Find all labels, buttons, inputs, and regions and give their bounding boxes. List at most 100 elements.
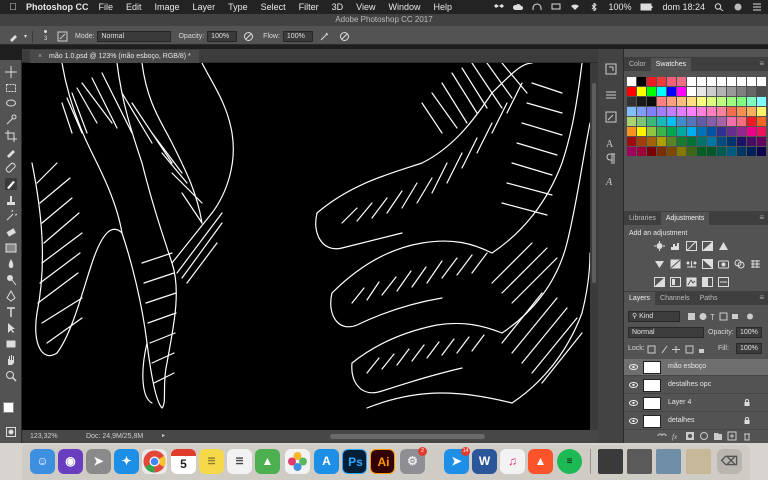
color-swatch[interactable] — [657, 127, 666, 136]
color-swatch[interactable] — [707, 117, 716, 126]
apple-menu-icon[interactable]:  — [0, 2, 26, 13]
tab-layers[interactable]: Layers — [624, 292, 656, 305]
color-swatch[interactable] — [747, 87, 756, 96]
menu-edit[interactable]: Edit — [126, 2, 142, 12]
color-swatch[interactable] — [677, 77, 686, 86]
color-swatch[interactable] — [717, 147, 726, 156]
word-icon[interactable]: W — [472, 449, 497, 474]
recent-window-thumbnail[interactable] — [627, 449, 652, 474]
color-swatch[interactable] — [737, 107, 746, 116]
color-swatch[interactable] — [637, 107, 646, 116]
type-tool-icon[interactable] — [5, 306, 17, 318]
color-swatch[interactable] — [657, 117, 666, 126]
color-swatch[interactable] — [717, 97, 726, 106]
color-swatch[interactable] — [697, 127, 706, 136]
marquee-tool-icon[interactable] — [5, 82, 17, 94]
color-swatch[interactable] — [667, 107, 676, 116]
quick-mask-icon[interactable] — [6, 427, 16, 437]
color-swatch[interactable] — [737, 87, 746, 96]
calendar-icon[interactable]: 5 — [171, 449, 196, 474]
color-swatch[interactable] — [727, 147, 736, 156]
color-swatch[interactable] — [627, 147, 636, 156]
color-swatch[interactable] — [667, 137, 676, 146]
color-swatch[interactable] — [757, 97, 766, 106]
recent-window-thumbnail[interactable] — [656, 449, 681, 474]
brush-panel-icon[interactable] — [605, 111, 617, 123]
user-icon[interactable] — [733, 3, 743, 11]
color-swatch[interactable] — [687, 117, 696, 126]
hue-saturation-icon[interactable] — [670, 259, 681, 269]
color-swatch[interactable] — [747, 107, 756, 116]
color-swatch[interactable] — [647, 127, 656, 136]
layer-row[interactable]: Layer 4 — [624, 395, 768, 412]
color-swatch[interactable] — [627, 77, 636, 86]
layers-opacity-field[interactable]: 100% — [736, 327, 762, 338]
wifi-icon[interactable] — [570, 3, 580, 11]
color-swatch[interactable] — [707, 77, 716, 86]
brush-tool-preset-icon[interactable] — [8, 31, 19, 42]
battery-percent[interactable]: 100% — [608, 2, 631, 12]
color-swatch[interactable] — [657, 77, 666, 86]
history-panel-icon[interactable] — [605, 63, 617, 75]
trash-icon[interactable]: ⌫ — [717, 449, 742, 474]
color-swatch[interactable] — [677, 137, 686, 146]
color-swatch[interactable] — [667, 77, 676, 86]
color-swatch[interactable] — [647, 77, 656, 86]
fill-field[interactable]: 100% — [736, 343, 762, 354]
hand-tool-icon[interactable] — [5, 354, 17, 366]
tab-paths[interactable]: Paths — [695, 292, 723, 305]
color-swatch[interactable] — [647, 117, 656, 126]
recent-window-thumbnail[interactable] — [598, 449, 623, 474]
battery-icon[interactable] — [640, 3, 653, 11]
color-swatch[interactable] — [687, 107, 696, 116]
color-swatch[interactable] — [667, 117, 676, 126]
rectangle-tool-icon[interactable] — [5, 338, 17, 350]
exposure-icon[interactable] — [702, 241, 713, 251]
color-swatch[interactable] — [757, 147, 766, 156]
chevron-right-icon[interactable]: ▸ — [162, 430, 165, 443]
color-swatch[interactable] — [657, 107, 666, 116]
layer-row[interactable]: destalhes opc — [624, 377, 768, 394]
levels-icon[interactable] — [670, 241, 681, 251]
color-swatch[interactable] — [647, 147, 656, 156]
brush-tool-icon[interactable] — [5, 178, 17, 190]
color-swatch[interactable] — [757, 107, 766, 116]
path-selection-tool-icon[interactable] — [5, 322, 17, 334]
maps-icon[interactable]: ▲ — [255, 449, 280, 474]
character-panel-icon[interactable]: A — [605, 137, 617, 149]
opacity-field[interactable]: 100% — [207, 31, 238, 42]
blur-tool-icon[interactable] — [5, 258, 17, 270]
color-swatch[interactable] — [667, 147, 676, 156]
menu-clock[interactable]: dom 18:24 — [662, 2, 705, 12]
visibility-eye-icon[interactable] — [629, 381, 638, 389]
clone-stamp-tool-icon[interactable] — [5, 194, 17, 206]
menu-select[interactable]: Select — [261, 2, 286, 12]
color-swatch[interactable] — [637, 127, 646, 136]
color-swatch[interactable] — [757, 137, 766, 146]
color-swatch[interactable] — [657, 97, 666, 106]
color-swatch[interactable] — [737, 147, 746, 156]
history-brush-tool-icon[interactable] — [5, 210, 17, 222]
color-balance-icon[interactable] — [686, 259, 697, 269]
color-swatch[interactable] — [677, 97, 686, 106]
layer-row[interactable]: mão esboço — [624, 359, 768, 376]
color-swatch[interactable] — [647, 87, 656, 96]
app-store-icon[interactable]: A — [314, 449, 339, 474]
color-swatch[interactable] — [657, 87, 666, 96]
color-swatch[interactable] — [737, 77, 746, 86]
curves-icon[interactable] — [686, 241, 697, 251]
quick-select-tool-icon[interactable] — [5, 114, 17, 126]
color-swatch[interactable] — [627, 97, 636, 106]
color-swatch[interactable] — [667, 127, 676, 136]
gradient-map-icon[interactable] — [702, 277, 713, 287]
color-swatch[interactable] — [707, 97, 716, 106]
color-swatch[interactable] — [637, 77, 646, 86]
headphones-icon[interactable] — [532, 3, 542, 11]
document-tab[interactable]: × mão 1.0.psd @ 123% (mão esboço, RGB/8)… — [30, 50, 199, 63]
foreground-color-swatch[interactable] — [3, 402, 14, 413]
gradient-tool-icon[interactable] — [5, 242, 17, 254]
menu-3d[interactable]: 3D — [332, 2, 344, 12]
reminders-icon[interactable]: ☰ — [227, 449, 252, 474]
zoom-tool-icon[interactable] — [5, 370, 17, 382]
layers-footer-icons[interactable]: fx — [654, 431, 764, 441]
